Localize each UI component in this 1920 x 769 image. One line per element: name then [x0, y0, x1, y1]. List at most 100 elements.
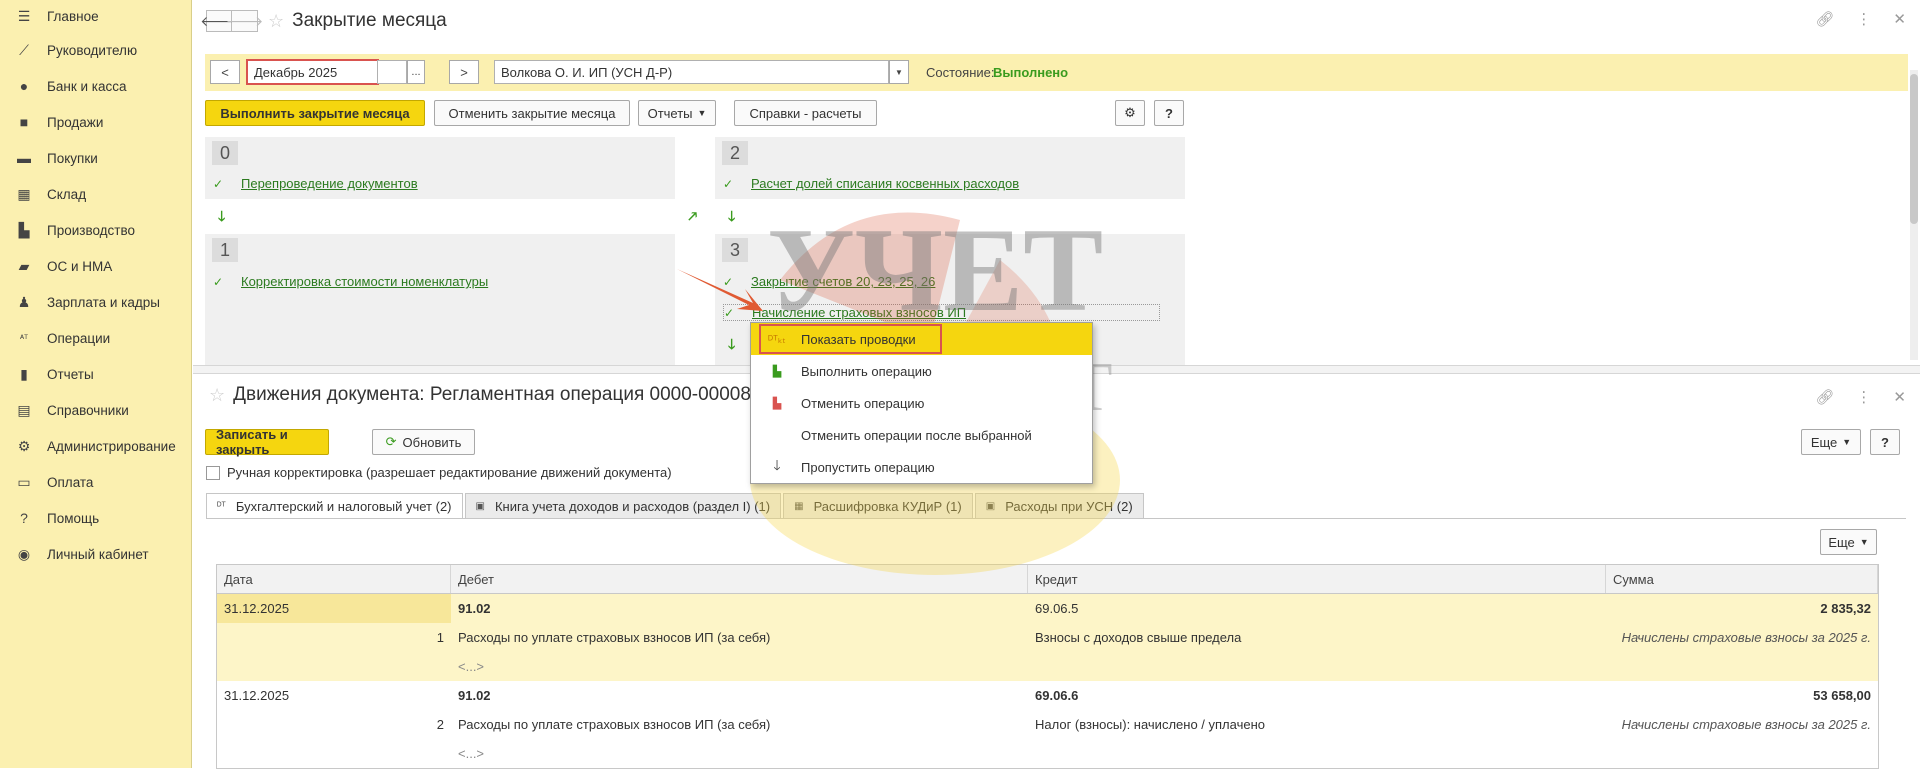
table-row[interactable]: 31.12.2025 91.02 69.06.6 53 658,00 2 Рас… — [217, 681, 1878, 768]
refresh-icon: ⟳ — [385, 434, 397, 449]
sidebar-item-label: Администрирование — [47, 438, 176, 454]
sidebar-item-label: Личный кабинет — [47, 546, 149, 562]
more-vert-icon[interactable]: ⋮ — [1856, 10, 1871, 28]
arrow-down-icon: 🡓 — [728, 208, 736, 224]
operation-link[interactable]: Перепроведение документов — [241, 176, 418, 191]
sidebar-item-account[interactable]: ◉ Личный кабинет — [0, 536, 191, 572]
operation-link[interactable]: Корректировка стоимости номенклатуры — [241, 274, 488, 289]
sidebar-item-label: Отчеты — [47, 366, 94, 382]
manual-correction-checkbox[interactable]: Ручная корректировка (разрешает редактир… — [206, 465, 672, 480]
menu-item-cancel[interactable]: ▙ Отменить операцию — [751, 387, 1092, 419]
favorite-star-icon[interactable]: ☆ — [209, 385, 225, 406]
sidebar-item-help[interactable]: ? Помощь — [0, 500, 191, 536]
sidebar-item-purchases[interactable]: ▬ Покупки — [0, 140, 191, 176]
column-header-sum[interactable]: Сумма — [1606, 565, 1878, 593]
sidebar-item-warehouse[interactable]: ▦ Склад — [0, 176, 191, 212]
context-menu: ᴰᵀₖₜ Показать проводки ▙ Выполнить опера… — [750, 322, 1093, 484]
sidebar-item-admin[interactable]: ⚙ Администрирование — [0, 428, 191, 464]
chevron-down-icon: ▼ — [895, 67, 903, 77]
stage-2: 2 ✓ Расчет долей списания косвенных расх… — [715, 137, 1185, 199]
operation-row: ✓ Перепроведение документов — [213, 176, 418, 191]
link-icon[interactable]: 🔗︎ — [1815, 388, 1834, 406]
scrollbar-thumb[interactable] — [1910, 74, 1918, 224]
state-label: Состояние: — [926, 65, 995, 80]
tab-income-book[interactable]: ▣ Книга учета доходов и расходов (раздел … — [464, 493, 782, 519]
cancel-close-button[interactable]: Отменить закрытие месяца — [434, 100, 630, 126]
forward-button[interactable]: 🡒 — [226, 10, 263, 32]
organization-dropdown[interactable]: ▼ — [889, 60, 909, 84]
sidebar-item-bank[interactable]: ● Банк и касса — [0, 68, 191, 104]
close-icon[interactable]: ✕ — [1893, 10, 1906, 28]
window-header: 🡐 🡒 ☆ Закрытие месяца — [200, 8, 447, 34]
help-button[interactable]: ? — [1154, 100, 1184, 126]
tab-label: Расходы при УСН (2) — [1005, 498, 1133, 514]
help-button[interactable]: ? — [1870, 429, 1900, 455]
checkmark-icon: ✓ — [213, 176, 224, 191]
refs-button[interactable]: Справки - расчеты — [734, 100, 877, 126]
menu-item-execute[interactable]: ▙ Выполнить операцию — [751, 355, 1092, 387]
sidebar-item-main[interactable]: ☰ Главное — [0, 0, 191, 32]
column-header-debit[interactable]: Дебет — [451, 565, 1028, 593]
menu-item-label: Пропустить операцию — [801, 459, 935, 475]
sidebar-item-label: Банк и касса — [47, 78, 127, 94]
cell-debit: 91.02 — [458, 601, 491, 616]
tab-kudir[interactable]: ▦ Расшифровка КУДиР (1) — [783, 493, 973, 519]
tab-usn-expenses[interactable]: ▣ Расходы при УСН (2) — [974, 493, 1144, 519]
next-period-button[interactable]: > — [449, 60, 479, 84]
period-select-button[interactable]: ... — [407, 60, 425, 84]
sidebar-item-salary[interactable]: ♟ Зарплата и кадры — [0, 284, 191, 320]
operation-link[interactable]: Начисление страховых взносов ИП — [752, 305, 966, 320]
menu-item-cancel-after[interactable]: Отменить операции после выбранной — [751, 419, 1092, 451]
cell-credit-subconto: Взносы с доходов свыше предела — [1035, 630, 1242, 645]
sidebar-item-label: Руководителю — [47, 42, 138, 58]
sidebar-item-production[interactable]: ▙ Производство — [0, 212, 191, 248]
menu-item-show-entries[interactable]: ᴰᵀₖₜ Показать проводки — [751, 323, 1092, 355]
refresh-button[interactable]: ⟳ Обновить — [372, 429, 475, 455]
book-icon: ▣ — [985, 500, 996, 512]
factory-icon: ▙ — [18, 221, 30, 238]
organization-field[interactable]: Волкова О. И. ИП (УСН Д-Р) — [494, 60, 889, 84]
book-icon: ▤ — [17, 401, 31, 418]
link-icon[interactable]: 🔗︎ — [1815, 10, 1834, 28]
sidebar-item-operations[interactable]: ᴬᵀ Операции — [0, 320, 191, 356]
sidebar-item-sales[interactable]: ■ Продажи — [0, 104, 191, 140]
chevron-down-icon: ▼ — [697, 108, 707, 118]
sidebar-item-payment[interactable]: ▭ Оплата — [0, 464, 191, 500]
period-clear-field[interactable] — [377, 60, 407, 84]
execute-close-button[interactable]: Выполнить закрытие месяца — [205, 100, 425, 126]
column-header-credit[interactable]: Кредит — [1028, 565, 1606, 593]
close-icon[interactable]: ✕ — [1893, 388, 1906, 406]
tab-accounting[interactable]: ᴰᵀ Бухгалтерский и налоговый учет (2) — [206, 493, 463, 519]
tabs-divider — [206, 518, 1906, 519]
more-button[interactable]: Еще ▼ — [1801, 429, 1861, 455]
table-row[interactable]: 31.12.2025 91.02 69.06.5 2 835,32 1 Расх… — [217, 594, 1878, 681]
column-header-date[interactable]: Дата — [217, 565, 451, 593]
sidebar-item-label: Продажи — [47, 114, 104, 130]
menu-item-skip[interactable]: 🡓 Пропустить операцию — [751, 451, 1092, 483]
period-field[interactable]: Декабрь 2025 — [246, 59, 379, 85]
sidebar-item-label: Справочники — [47, 402, 129, 418]
vertical-scrollbar[interactable] — [1910, 70, 1918, 360]
cell-debit: 91.02 — [458, 688, 491, 703]
stage-number: 1 — [212, 238, 238, 262]
sidebar-item-references[interactable]: ▤ Справочники — [0, 392, 191, 428]
operation-link[interactable]: Закрытие счетов 20, 23, 25, 26 — [751, 274, 935, 289]
sidebar-item-assets[interactable]: ▰ ОС и НМА — [0, 248, 191, 284]
favorite-star-icon[interactable]: ☆ — [268, 11, 284, 32]
save-close-button[interactable]: Записать и закрыть — [205, 427, 329, 457]
reports-button[interactable]: Отчеты ▼ — [638, 100, 716, 126]
cell-content: Начислены страховые взносы за 2025 г. — [1621, 630, 1871, 645]
arrow-down-icon: 🡓 — [218, 208, 226, 224]
settings-button[interactable]: ⚙ — [1115, 100, 1145, 126]
operation-link[interactable]: Расчет долей списания косвенных расходов — [751, 176, 1019, 191]
grid-more-button[interactable]: Еще ▼ — [1820, 529, 1877, 555]
more-vert-icon[interactable]: ⋮ — [1856, 388, 1871, 406]
checkbox[interactable] — [206, 465, 220, 480]
operation-row: ✓ Расчет долей списания косвенных расход… — [723, 176, 1019, 191]
sidebar-item-reports[interactable]: ▮ Отчеты — [0, 356, 191, 392]
sidebar-item-label: Помощь — [47, 510, 100, 526]
highlight-box — [759, 324, 942, 354]
sidebar-item-manager[interactable]: ⟋ Руководителю — [0, 32, 191, 68]
prev-period-button[interactable]: < — [210, 60, 240, 84]
bank-icon: ● — [19, 78, 29, 94]
